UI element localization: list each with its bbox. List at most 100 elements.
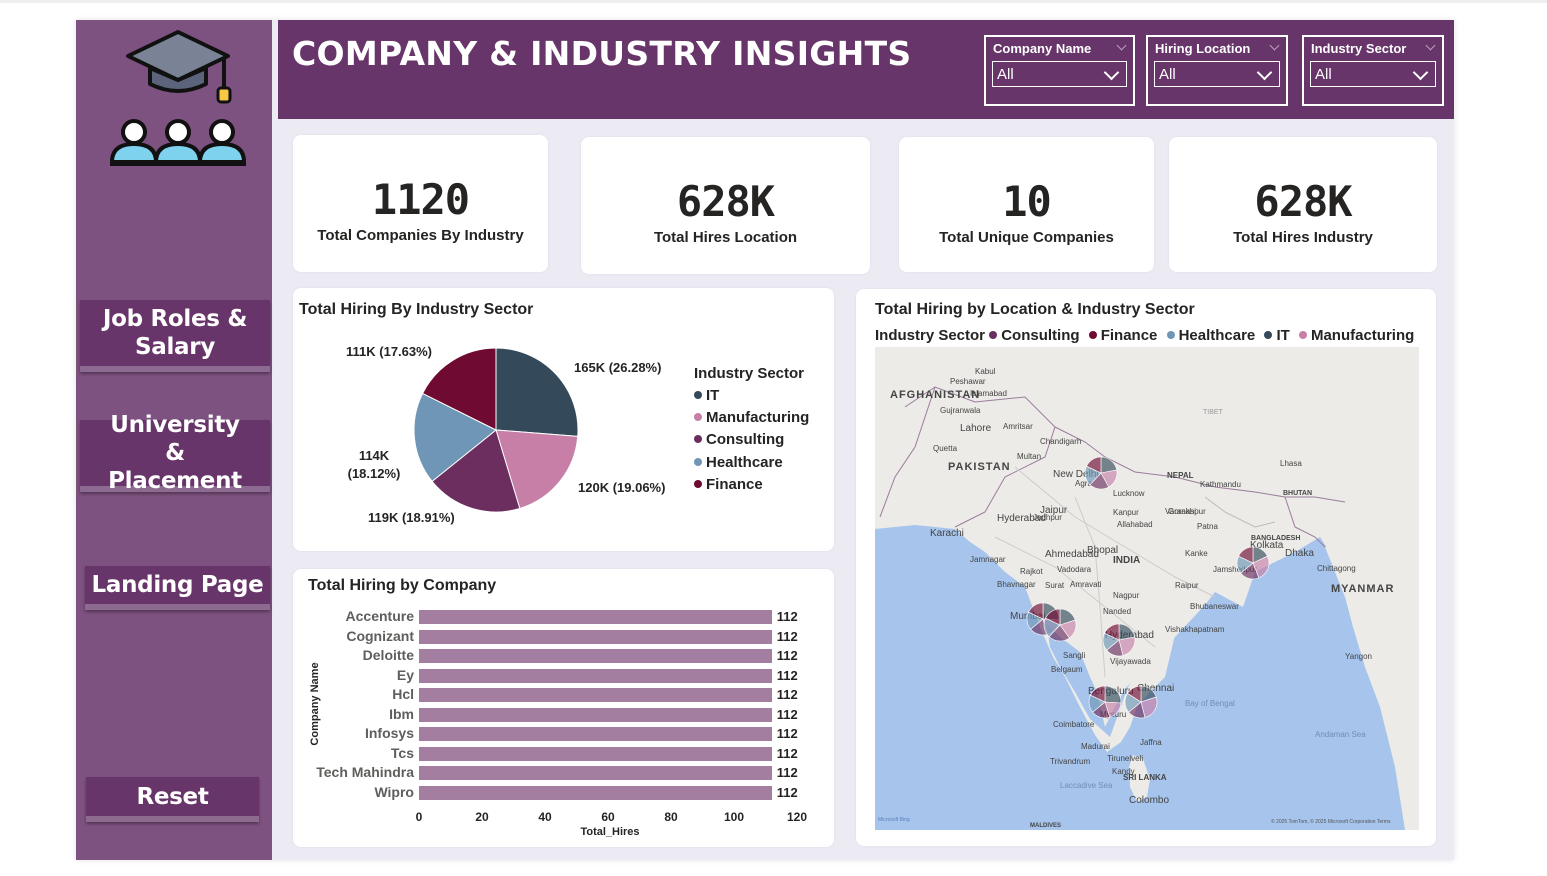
map-pie-marker[interactable] — [1124, 685, 1158, 719]
bar[interactable] — [419, 610, 772, 624]
bar-value-label: 112 — [776, 706, 798, 722]
bar[interactable] — [419, 688, 772, 702]
legend-label: IT — [1276, 327, 1290, 344]
bar-category-label: Wipro — [374, 783, 414, 800]
bar[interactable] — [419, 746, 772, 761]
pie-slice-it[interactable] — [495, 347, 579, 437]
bar-row[interactable]: Tech Mahindra 112 — [300, 763, 820, 783]
chevron-down-icon[interactable] — [1269, 40, 1280, 51]
bar-row[interactable]: Tcs 112 — [300, 744, 820, 764]
legend-label: Manufacturing — [1310, 327, 1415, 344]
bar-value-label: 112 — [776, 745, 798, 761]
bar-row[interactable]: Deloitte 112 — [300, 646, 820, 666]
legend-item-finance[interactable]: Finance — [694, 476, 763, 493]
bar-category-label: Ey — [396, 666, 414, 683]
bar-row[interactable]: Ibm 112 — [300, 705, 820, 725]
bar-row[interactable]: Ey 112 — [300, 666, 820, 686]
chevron-down-icon[interactable] — [1425, 40, 1436, 51]
map-legend-manufacturing[interactable]: Manufacturing — [1298, 327, 1415, 344]
bar-row[interactable]: Hcl 112 — [300, 685, 820, 705]
university-placement-label: University & Placement — [108, 412, 242, 494]
location-map[interactable]: AFGHANISTAN PAKISTAN INDIA NEPAL BHUTAN … — [875, 347, 1419, 830]
kpi-card-total-hires-industry[interactable]: 628K Total Hires Industry — [1169, 137, 1437, 272]
bar-row[interactable]: Wipro 112 — [300, 783, 820, 803]
pie-label-healthcare-pct: (18.12%) — [347, 466, 401, 481]
kpi-value: 628K — [676, 177, 775, 226]
map-legend-it[interactable]: IT — [1264, 327, 1290, 344]
pie-label-healthcare: 114K (18.12%) — [344, 447, 404, 483]
map-pie-marker[interactable] — [1102, 623, 1136, 657]
reset-button[interactable]: Reset — [86, 777, 259, 822]
legend-item-healthcare[interactable]: Healthcare — [694, 454, 783, 471]
industry-pie-chart[interactable] — [410, 344, 582, 516]
bar-value-label: 112 — [776, 726, 798, 741]
industry-sector-dropdown[interactable]: All — [1310, 61, 1436, 87]
pie-chart-title: Total Hiring By Industry Sector — [299, 301, 534, 318]
landing-page-button[interactable]: Landing Page — [85, 566, 270, 610]
legend-dot — [1166, 331, 1175, 340]
bar-category-label: Ibm — [389, 705, 414, 722]
kpi-label: Total Hires Location — [653, 229, 798, 246]
bar[interactable] — [419, 707, 772, 722]
map-legend-consulting[interactable]: Consulting — [989, 327, 1080, 344]
map-pie-marker[interactable] — [1236, 546, 1270, 580]
x-tick-label: 60 — [601, 810, 615, 824]
chevron-down-icon[interactable] — [1103, 64, 1120, 81]
bar[interactable] — [419, 785, 772, 800]
kpi-card-total-hires-location[interactable]: 628K Total Hires Location — [581, 137, 870, 274]
chevron-down-icon[interactable] — [1116, 40, 1127, 51]
reset-label: Reset — [136, 783, 209, 810]
bar-category-label: Accenture — [345, 608, 414, 624]
bar[interactable] — [419, 629, 772, 644]
map-pie-marker[interactable] — [1084, 456, 1118, 490]
hiring-location-slicer[interactable]: Hiring Location All — [1146, 35, 1288, 106]
bar[interactable] — [419, 766, 772, 780]
company-name-dropdown[interactable]: All — [992, 61, 1127, 87]
map-title: Total Hiring by Location & Industry Sect… — [875, 301, 1195, 318]
slicer-value: All — [1159, 66, 1176, 83]
pie-label-manufacturing: 120K (19.06%) — [578, 480, 666, 495]
chevron-down-icon[interactable] — [1256, 64, 1273, 81]
legend-label: Healthcare — [1178, 327, 1256, 344]
legend-label: Finance — [706, 476, 763, 493]
x-tick-label: 40 — [538, 810, 552, 824]
x-tick-label: 0 — [415, 810, 423, 824]
kpi-card-unique-companies[interactable]: 10 Total Unique Companies — [899, 137, 1154, 272]
map-attribution-bing: Microsoft Bing — [878, 817, 910, 823]
legend-dot — [694, 391, 702, 400]
company-name-slicer[interactable]: Company Name All — [984, 35, 1135, 106]
job-roles-salary-button[interactable]: Job Roles & Salary — [80, 300, 270, 372]
bar-category-label: Tech Mahindra — [316, 764, 414, 780]
hiring-location-dropdown[interactable]: All — [1154, 61, 1280, 87]
bar-row[interactable]: Infosys 112 — [300, 724, 820, 744]
kpi-card-total-companies[interactable]: 1120 Total Companies By Industry — [293, 135, 548, 272]
map-legend-healthcare[interactable]: Healthcare — [1166, 327, 1256, 344]
chevron-down-icon[interactable] — [1412, 64, 1429, 81]
map-pie-marker[interactable] — [1043, 608, 1077, 642]
map-legend-finance[interactable]: Finance — [1088, 327, 1157, 344]
legend-item-it[interactable]: IT — [694, 387, 719, 404]
legend-dot — [1264, 331, 1273, 340]
x-tick-label: 20 — [475, 810, 489, 824]
bar[interactable] — [419, 668, 772, 683]
pie-label-consulting: 119K (18.91%) — [368, 510, 455, 525]
bar-row[interactable]: Accenture 112 — [300, 607, 820, 627]
legend-item-manufacturing[interactable]: Manufacturing — [694, 409, 809, 426]
legend-item-consulting[interactable]: Consulting — [694, 431, 784, 448]
bar-value-label: 112 — [776, 687, 798, 702]
map-pie-markers[interactable] — [875, 347, 1419, 830]
map-pie-slice[interactable] — [1104, 685, 1122, 704]
bar-value-label: 112 — [776, 648, 798, 663]
bar-row[interactable]: Cognizant 112 — [300, 627, 820, 647]
map-pie-marker[interactable] — [1088, 685, 1122, 719]
kpi-value: 1120 — [371, 175, 470, 224]
kpi-value: 10 — [1002, 177, 1052, 226]
pie-label-finance: 111K (17.63%) — [346, 344, 433, 359]
industry-sector-slicer[interactable]: Industry Sector All — [1302, 35, 1444, 106]
pie-label-it: 165K (26.28%) — [574, 360, 662, 375]
bar[interactable] — [419, 727, 772, 741]
university-placement-button[interactable]: University & Placement — [80, 412, 270, 494]
bar-value-label: 112 — [776, 628, 798, 644]
bar[interactable] — [419, 649, 772, 663]
legend-dot — [694, 458, 702, 467]
